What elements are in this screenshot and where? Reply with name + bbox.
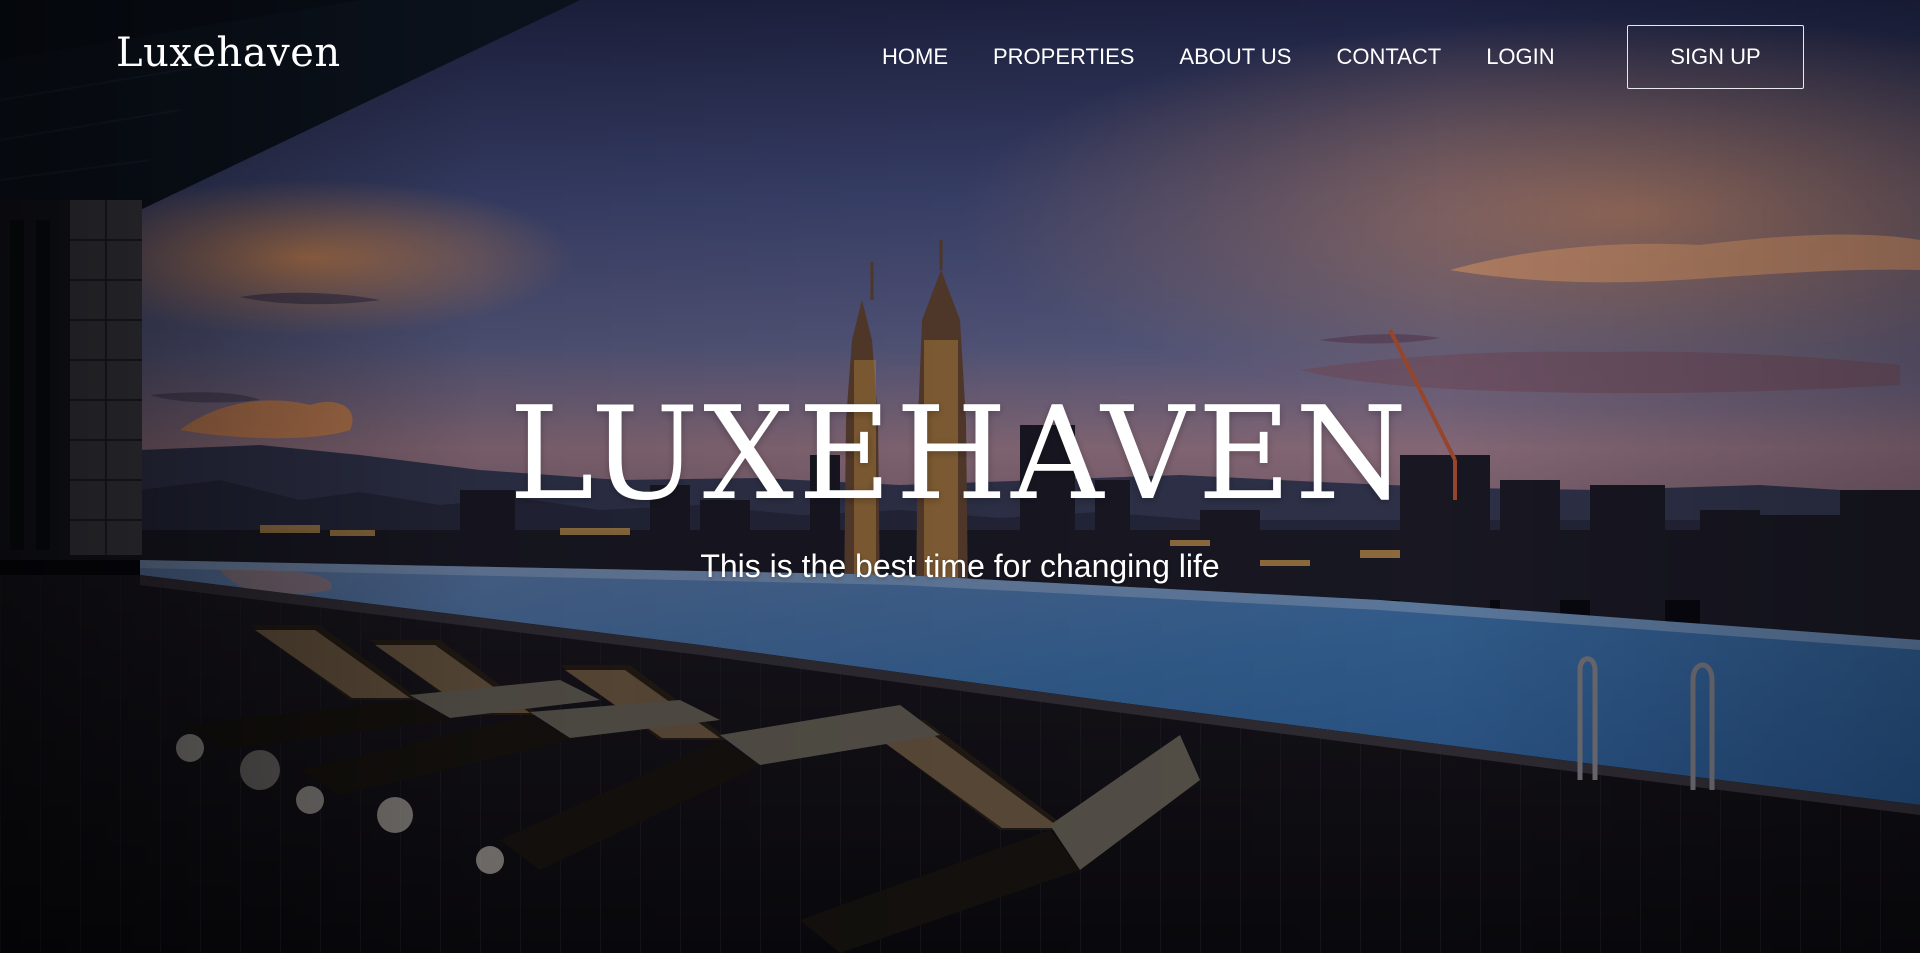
- nav-link-properties[interactable]: PROPERTIES: [993, 44, 1134, 70]
- hero-title: LUXEHAVEN: [509, 380, 1411, 529]
- top-navigation: Luxehaven HOME PROPERTIES ABOUT US CONTA…: [0, 0, 1920, 115]
- sign-up-button[interactable]: SIGN UP: [1627, 25, 1804, 89]
- nav-link-home[interactable]: HOME: [882, 44, 948, 70]
- hero-subtitle: This is the best time for changing life: [700, 548, 1220, 584]
- nav-link-about-us[interactable]: ABOUT US: [1179, 44, 1291, 70]
- nav-menu: HOME PROPERTIES ABOUT US CONTACT LOGIN: [882, 44, 1555, 70]
- nav-link-contact[interactable]: CONTACT: [1336, 44, 1441, 70]
- hero-section: Luxehaven HOME PROPERTIES ABOUT US CONTA…: [0, 0, 1920, 953]
- nav-link-login[interactable]: LOGIN: [1486, 44, 1554, 70]
- brand-logo[interactable]: Luxehaven: [116, 30, 341, 76]
